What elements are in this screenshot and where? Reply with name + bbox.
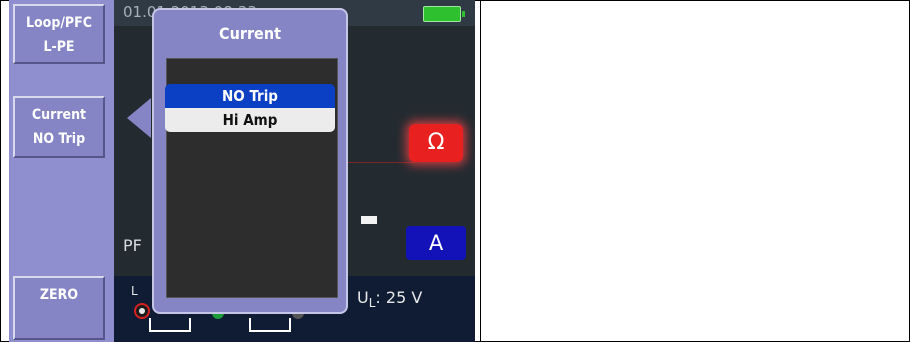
current-popup: Current [152,8,348,314]
option-no-trip[interactable]: NO Trip [165,84,335,108]
zero-button[interactable]: ZERO [13,276,105,340]
option-hi-amp[interactable]: Hi Amp [165,108,335,132]
ohm-button[interactable]: Ω [409,124,463,162]
loop-pfc-label: Loop/PFC [25,15,93,31]
device-screen: Loop/PFC L-PE Current NO Trip ZERO 01.01… [9,0,475,342]
loop-pfc-button[interactable]: Loop/PFC L-PE [13,4,105,64]
current-mode-value: NO Trip [32,131,86,147]
minus-indicator [361,216,377,224]
loop-pfc-sub-label: L-PE [43,39,75,55]
pf-label: PF [123,236,142,255]
divider-line [345,162,415,163]
left-panel: Loop/PFC L-PE Current NO Trip ZERO [9,0,114,342]
ul-value: UL: 25 V [357,288,422,310]
zero-label: ZERO [39,287,79,303]
frame-divider [480,0,481,342]
terminal-l-label: L [131,284,138,298]
current-mode-button[interactable]: Current NO Trip [13,96,105,158]
ul-reading: : 25 V [375,288,423,307]
popup-pointer [127,98,151,138]
terminal-l-icon [134,303,150,319]
ul-prefix: U [357,288,369,307]
popup-title: Current [219,24,281,43]
amp-button[interactable]: A [406,226,466,260]
connection-bracket [249,318,291,332]
connection-bracket [149,318,191,332]
battery-full-icon [423,6,465,22]
current-label: Current [31,107,87,123]
